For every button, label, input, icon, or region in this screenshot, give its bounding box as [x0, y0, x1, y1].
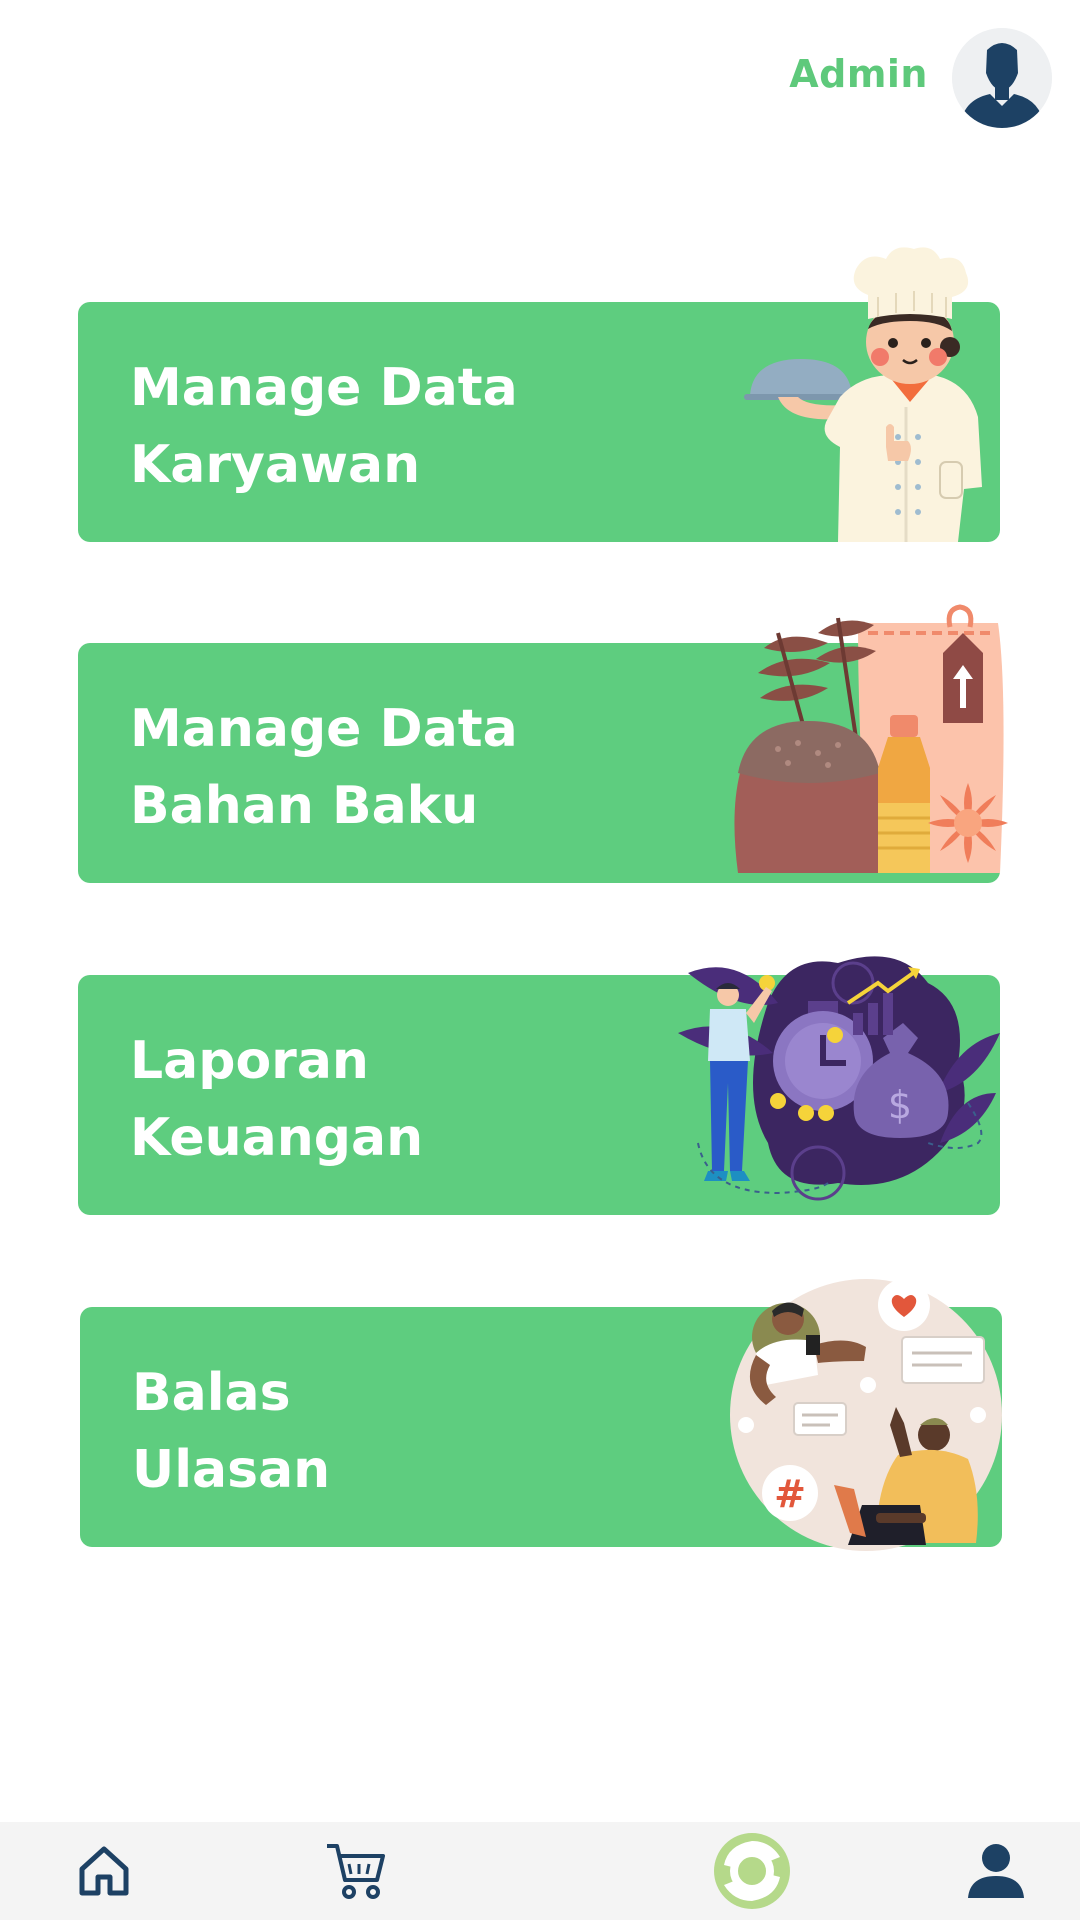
nav-cart[interactable] [306, 1822, 406, 1920]
nav-home[interactable] [54, 1822, 154, 1920]
reply-reviews-card[interactable]: Balas Ulasan # [80, 1279, 1002, 1551]
ingredients-illustration [734, 604, 1008, 873]
nav-profile[interactable] [946, 1822, 1046, 1920]
card-title: Manage Data Bahan Baku [130, 699, 518, 836]
header: Admin [0, 0, 1080, 170]
card-title: Laporan Keuangan [130, 1031, 424, 1168]
manage-employees-card[interactable]: Manage Data Karyawan [78, 247, 1000, 542]
cart-icon [327, 1844, 385, 1899]
bottom-nav [0, 1822, 1080, 1920]
finance-illustration: $ [678, 956, 1000, 1201]
svg-text:#: # [774, 1472, 806, 1516]
home-icon [79, 1846, 129, 1896]
manage-ingredients-card[interactable]: Manage Data Bahan Baku [78, 604, 1008, 883]
user-silhouette-icon [952, 28, 1052, 128]
user-name: Admin [789, 52, 928, 96]
sync-icon [714, 1833, 790, 1909]
card-title: Manage Data Karyawan [130, 358, 518, 495]
avatar[interactable] [952, 28, 1052, 128]
reviews-illustration: # [730, 1279, 1002, 1551]
nav-sync[interactable] [700, 1822, 804, 1920]
chef-illustration [744, 247, 982, 542]
svg-text:$: $ [888, 1083, 912, 1127]
profile-icon [968, 1844, 1024, 1898]
financial-report-card[interactable]: Laporan Keuangan $ [78, 956, 1000, 1215]
card-title: Balas Ulasan [132, 1363, 331, 1500]
